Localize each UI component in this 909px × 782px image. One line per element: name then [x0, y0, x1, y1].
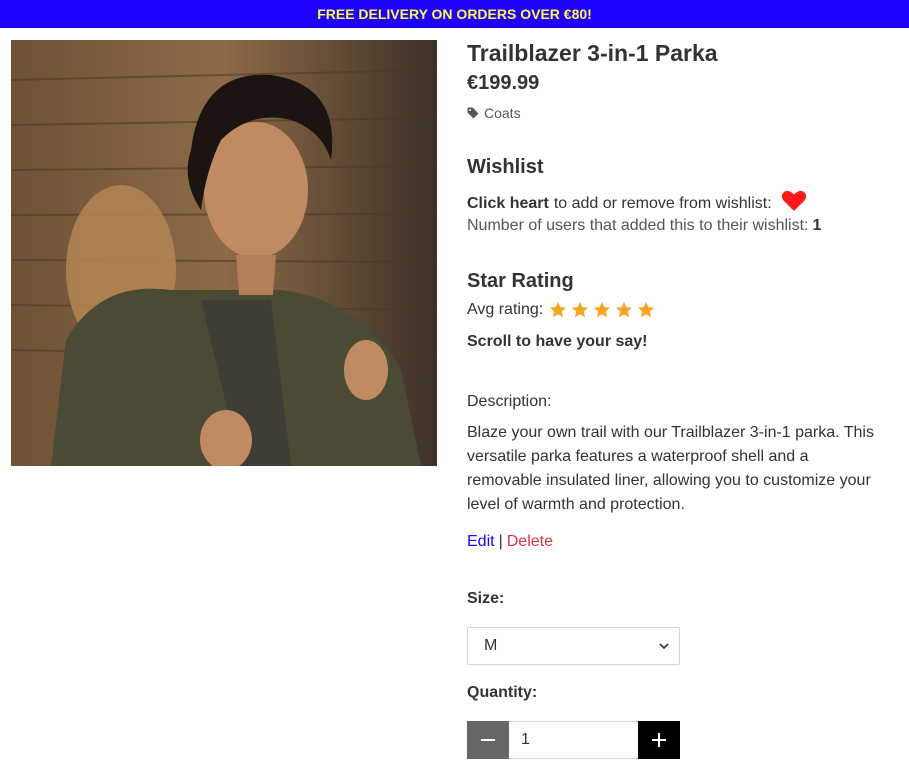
star-icon — [616, 301, 633, 318]
edit-link[interactable]: Edit — [467, 533, 495, 550]
product-price: €199.99 — [467, 72, 540, 94]
admin-links: Edit | Delete — [467, 533, 553, 551]
size-selected-value: M — [484, 637, 498, 654]
star-icon — [594, 301, 611, 318]
wishlist-prompt-text: to add or remove from wishlist: — [553, 194, 772, 212]
size-select[interactable]: M — [467, 627, 680, 665]
tag-icon — [467, 107, 479, 119]
rating-heading: Star Rating — [467, 270, 574, 292]
category-label: Coats — [484, 105, 521, 121]
wishlist-count-label: Number of users that added this to their… — [467, 217, 809, 234]
link-separator: | — [498, 533, 503, 550]
decrement-button[interactable] — [467, 721, 509, 759]
avg-rating: Avg rating: — [467, 301, 655, 319]
wishlist-count-line: Number of users that added this to their… — [467, 217, 821, 235]
delivery-banner: FREE DELIVERY ON ORDERS OVER €80! — [0, 0, 909, 28]
quantity-input[interactable] — [509, 721, 638, 759]
wishlist-prompt-bold: Click heart — [467, 194, 549, 212]
quantity-label: Quantity: — [467, 684, 538, 701]
avg-rating-label: Avg rating: — [467, 301, 544, 318]
delete-link[interactable]: Delete — [507, 533, 553, 550]
minus-icon — [481, 739, 495, 741]
product-category[interactable]: Coats — [467, 105, 521, 121]
wishlist-prompt: Click heart to add or remove from wishli… — [467, 190, 807, 217]
chevron-down-icon — [659, 643, 669, 650]
star-icon — [572, 301, 589, 318]
quantity-stepper — [467, 721, 680, 759]
description-text: Blaze your own trail with our Trailblaze… — [467, 424, 874, 513]
star-rating — [549, 301, 655, 319]
description-label: Description: — [467, 393, 552, 410]
wishlist-count-value: 1 — [812, 217, 822, 234]
star-icon — [638, 301, 655, 318]
delivery-banner-text: FREE DELIVERY ON ORDERS OVER €80! — [317, 5, 592, 22]
scroll-note: Scroll to have your say! — [467, 333, 648, 350]
wishlist-heading: Wishlist — [467, 156, 544, 178]
product-image — [11, 40, 437, 466]
increment-button[interactable] — [638, 721, 680, 759]
product-photo — [11, 40, 437, 466]
plus-icon — [652, 733, 666, 747]
product-title: Trailblazer 3-in-1 Parka — [467, 40, 718, 66]
size-label: Size: — [467, 590, 505, 607]
star-icon — [550, 301, 567, 318]
heart-icon[interactable] — [781, 190, 807, 217]
